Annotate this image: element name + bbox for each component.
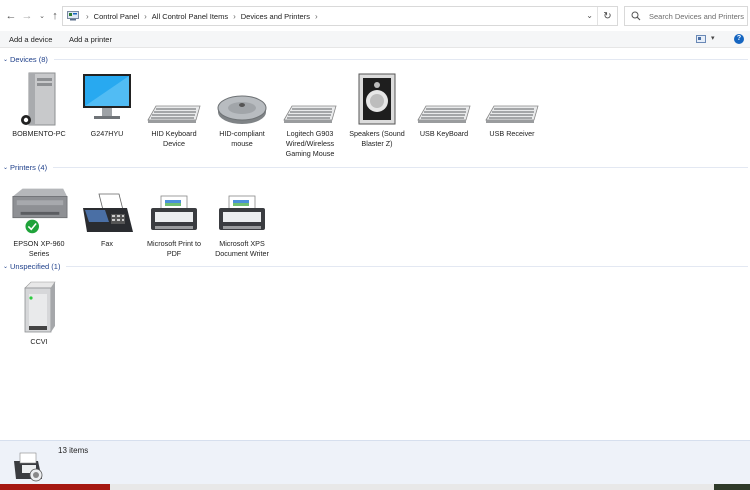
- device-tile[interactable]: CCVI: [6, 278, 72, 347]
- keyboard-icon: [144, 70, 204, 126]
- keyboard-icon: [482, 70, 542, 126]
- device-name: USB Receiver: [489, 129, 535, 138]
- item-count: 13 items: [58, 446, 89, 455]
- printer-fax-icon: [14, 452, 43, 482]
- device-tile[interactable]: Speakers (Sound Blaster Z): [344, 70, 410, 149]
- speaker-icon: [347, 70, 407, 126]
- search-box[interactable]: Search Devices and Printers: [624, 6, 748, 26]
- breadcrumb: › Control Panel › All Control Panel Item…: [81, 12, 323, 21]
- search-icon: [631, 11, 641, 21]
- up-arrow-icon[interactable]: ↑: [48, 9, 62, 23]
- keyboard-icon: [414, 70, 474, 126]
- device-name: G247HYU: [90, 129, 124, 138]
- monitor-icon: [77, 70, 137, 126]
- printer-icon: [9, 180, 69, 236]
- printer-tile[interactable]: Microsoft XPS Document Writer: [209, 180, 275, 259]
- control-panel-icon: [67, 11, 79, 21]
- details-pane: 13 items: [0, 440, 750, 484]
- group-label-unspecified: Unspecified (1): [10, 261, 61, 271]
- device-tile[interactable]: HID-compliant mouse: [209, 70, 275, 149]
- server-box-icon: [9, 278, 69, 334]
- device-name: Logitech G903 Wired/Wireless Gaming Mous…: [285, 129, 335, 158]
- printer-tile[interactable]: EPSON XP-960 Series: [6, 180, 72, 259]
- virtual-printer-icon: [144, 180, 204, 236]
- change-view-icon[interactable]: [696, 35, 706, 43]
- collapse-chevron-icon[interactable]: ⌄: [3, 56, 10, 63]
- desktop-wallpaper-fragment: [714, 484, 750, 490]
- breadcrumb-all-items[interactable]: All Control Panel Items: [152, 12, 228, 21]
- printer-name: EPSON XP-960 Series: [13, 239, 65, 258]
- view-options-dropdown-icon[interactable]: ▾: [711, 34, 715, 42]
- address-bar-row: ← → ⌄ ↑ › Control Panel › All Control Pa…: [0, 0, 750, 32]
- printer-tile[interactable]: Fax: [74, 180, 140, 249]
- address-field[interactable]: › Control Panel › All Control Panel Item…: [62, 6, 618, 26]
- keyboard-icon: [280, 70, 340, 126]
- device-tile[interactable]: BOBMENTO-PC: [6, 70, 72, 139]
- desktop-wallpaper-fragment: [0, 484, 110, 490]
- command-toolbar: Add a device Add a printer ▾ ?: [0, 31, 750, 48]
- device-tile[interactable]: G247HYU: [74, 70, 140, 139]
- forward-arrow-icon[interactable]: →: [20, 9, 34, 23]
- back-arrow-icon[interactable]: ←: [4, 9, 18, 23]
- breadcrumb-control-panel[interactable]: Control Panel: [94, 12, 139, 21]
- breadcrumb-separator-icon[interactable]: ›: [315, 12, 318, 21]
- device-name: HID-compliant mouse: [219, 129, 265, 148]
- breadcrumb-separator-icon[interactable]: ›: [233, 12, 236, 21]
- group-divider: [66, 265, 748, 267]
- device-name: USB KeyBoard: [419, 129, 469, 138]
- device-tile[interactable]: USB Receiver: [479, 70, 545, 139]
- device-name: BOBMENTO-PC: [12, 129, 66, 138]
- group-label-devices: Devices (8): [10, 54, 48, 64]
- group-header-devices[interactable]: ⌄ Devices (8): [0, 54, 750, 64]
- group-header-printers[interactable]: ⌄ Printers (4): [0, 162, 750, 172]
- pc-tower-icon: [9, 70, 69, 126]
- breadcrumb-separator-icon[interactable]: ›: [144, 12, 147, 21]
- device-tile[interactable]: USB KeyBoard: [411, 70, 477, 139]
- breadcrumb-devices-and-printers[interactable]: Devices and Printers: [241, 12, 310, 21]
- help-icon[interactable]: ?: [734, 34, 744, 44]
- printer-tile[interactable]: Microsoft Print to PDF: [141, 180, 207, 259]
- printer-name: Fax: [101, 239, 113, 248]
- device-tile[interactable]: Logitech G903 Wired/Wireless Gaming Mous…: [277, 70, 343, 159]
- collapse-chevron-icon[interactable]: ⌄: [3, 263, 10, 270]
- search-placeholder: Search Devices and Printers: [649, 11, 745, 21]
- device-name: HID Keyboard Device: [151, 129, 197, 148]
- add-printer-button[interactable]: Add a printer: [69, 35, 112, 44]
- mouse-icon: [212, 70, 272, 126]
- virtual-printer-icon: [212, 180, 272, 236]
- desktop-strip: [0, 484, 750, 490]
- device-name: Speakers (Sound Blaster Z): [349, 129, 405, 148]
- chevron-down-icon[interactable]: ⌄: [35, 9, 49, 23]
- group-label-printers: Printers (4): [10, 162, 48, 172]
- add-device-button[interactable]: Add a device: [9, 35, 52, 44]
- device-name: CCVI: [30, 337, 48, 346]
- group-divider: [53, 58, 748, 60]
- printer-name: Microsoft Print to PDF: [147, 239, 201, 258]
- collapse-chevron-icon[interactable]: ⌄: [3, 164, 10, 171]
- device-tile[interactable]: HID Keyboard Device: [141, 70, 207, 149]
- printer-name: Microsoft XPS Document Writer: [215, 239, 269, 258]
- breadcrumb-separator-icon: ›: [86, 11, 89, 21]
- refresh-icon[interactable]: ↻: [597, 7, 617, 25]
- address-history-dropdown-icon[interactable]: ⌄: [586, 11, 593, 20]
- fax-icon: [77, 180, 137, 236]
- group-header-unspecified[interactable]: ⌄ Unspecified (1): [0, 261, 750, 271]
- group-divider: [53, 166, 748, 168]
